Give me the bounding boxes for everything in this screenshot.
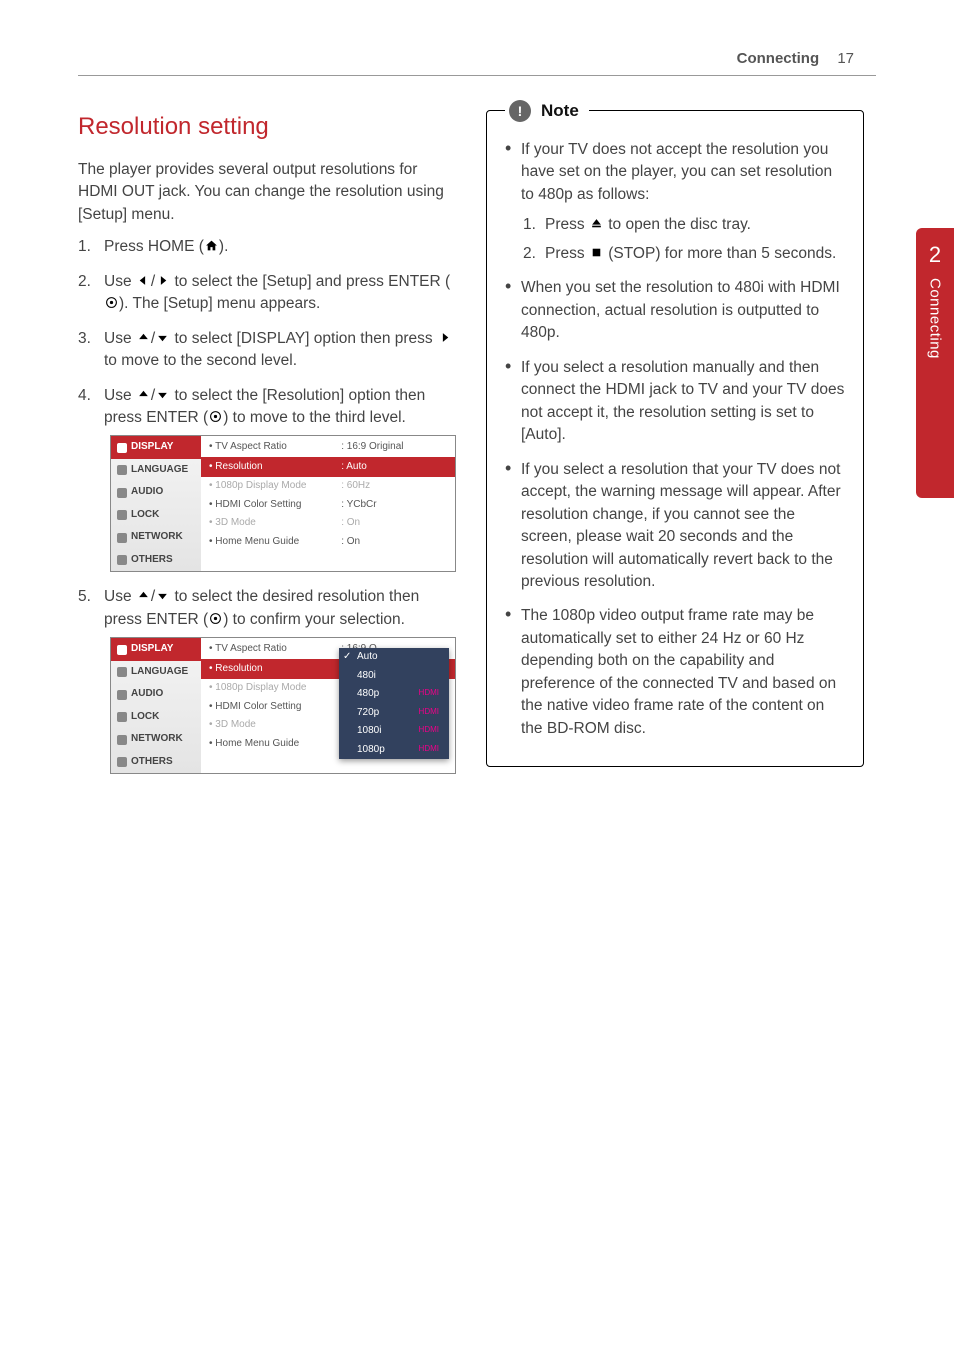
step-4: Use / to select the [Resolution] option …: [78, 385, 456, 573]
note-bullet: When you set the resolution to 480i with…: [503, 277, 847, 344]
step-2: Use / to select the [Setup] and press EN…: [78, 271, 456, 316]
menu-item-display: DISPLAY: [111, 436, 201, 459]
dropdown-option: 480pHDMI: [339, 685, 449, 704]
menu-item-lock: LOCK: [111, 706, 201, 729]
enter-icon: [208, 612, 223, 625]
page-header: Connecting 17: [737, 50, 854, 67]
step-1: Press HOME ().: [78, 236, 456, 258]
step-3: Use / to select [DISPLAY] option then pr…: [78, 328, 456, 373]
chapter-label: Connecting: [927, 278, 944, 359]
intro-text: The player provides several output resol…: [78, 159, 456, 226]
up-arrow-icon: [136, 388, 151, 401]
note-bullet: If you select a resolution manually and …: [503, 357, 847, 447]
header-page-number: 17: [837, 50, 854, 67]
header-rule: [78, 75, 876, 76]
setup-menu-screenshot-2: DISPLAY LANGUAGE AUDIO LOCK NETWORK OTHE…: [110, 637, 456, 774]
menu-item-network: NETWORK: [111, 728, 201, 751]
menu-item-others: OTHERS: [111, 751, 201, 774]
down-arrow-icon: [155, 388, 170, 401]
right-column: ! Note If your TV does not accept the re…: [486, 100, 864, 788]
dropdown-option: Auto: [339, 648, 449, 667]
down-arrow-icon: [155, 589, 170, 602]
note-inner-steps: Press to open the disc tray. Press (STOP…: [521, 214, 847, 265]
menu-row: 1080p Display Mode: 60Hz: [201, 477, 455, 496]
dropdown-option: 480i: [339, 667, 449, 686]
menu-item-audio: AUDIO: [111, 481, 201, 504]
header-section: Connecting: [737, 50, 820, 67]
down-arrow-icon: [155, 331, 170, 344]
section-heading: Resolution setting: [78, 110, 456, 145]
note-inner-step: Press (STOP) for more than 5 seconds.: [521, 243, 847, 265]
menu-categories: DISPLAY LANGUAGE AUDIO LOCK NETWORK OTHE…: [111, 436, 201, 571]
resolution-dropdown: Auto 480i 480pHDMI 720pHDMI 1080iHDMI 10…: [339, 648, 449, 759]
menu-row: HDMI Color Setting: YCbCr: [201, 496, 455, 515]
up-arrow-icon: [136, 589, 151, 602]
menu-item-display: DISPLAY: [111, 638, 201, 661]
note-inner-step: Press to open the disc tray.: [521, 214, 847, 236]
menu-item-language: LANGUAGE: [111, 459, 201, 482]
menu-row-highlighted: Resolution: Auto: [201, 457, 455, 478]
note-bullet: If you select a resolution that your TV …: [503, 459, 847, 594]
enter-icon: [104, 296, 119, 309]
steps-list: Press HOME (). Use / to select the [Setu…: [78, 236, 456, 774]
right-arrow-icon: [155, 274, 170, 287]
left-arrow-icon: [136, 274, 151, 287]
left-column: Resolution setting The player provides s…: [78, 100, 456, 788]
note-title: Note: [541, 99, 579, 124]
menu-row: 3D Mode: On: [201, 514, 455, 533]
menu-row: Home Menu Guide: On: [201, 533, 455, 552]
step-5: Use / to select the desired resolution t…: [78, 586, 456, 774]
right-arrow-icon: [437, 331, 452, 344]
menu-row: TV Aspect Ratio: 16:9 Original: [201, 438, 455, 457]
stop-icon: [589, 246, 604, 259]
chapter-number: 2: [929, 242, 941, 268]
eject-icon: [589, 217, 604, 230]
menu-options: TV Aspect Ratio: 16:9 Original Resolutio…: [201, 436, 455, 571]
menu-options: TV Aspect Ratio: 16:9 O Resolution: Auto…: [201, 638, 455, 773]
note-badge-icon: !: [509, 100, 531, 122]
dropdown-option: 1080pHDMI: [339, 741, 449, 760]
menu-item-language: LANGUAGE: [111, 661, 201, 684]
home-icon: [204, 239, 219, 252]
setup-menu-screenshot-1: DISPLAY LANGUAGE AUDIO LOCK NETWORK OTHE…: [110, 435, 456, 572]
menu-categories: DISPLAY LANGUAGE AUDIO LOCK NETWORK OTHE…: [111, 638, 201, 773]
enter-icon: [208, 410, 223, 423]
content-columns: Resolution setting The player provides s…: [78, 100, 864, 788]
note-header: ! Note: [505, 99, 589, 124]
note-bullet: The 1080p video output frame rate may be…: [503, 605, 847, 740]
note-box: ! Note If your TV does not accept the re…: [486, 110, 864, 767]
menu-item-network: NETWORK: [111, 526, 201, 549]
menu-item-audio: AUDIO: [111, 683, 201, 706]
dropdown-option: 720pHDMI: [339, 704, 449, 723]
note-bullet-list: If your TV does not accept the resolutio…: [503, 139, 847, 740]
note-bullet: If your TV does not accept the resolutio…: [503, 139, 847, 265]
menu-item-others: OTHERS: [111, 549, 201, 572]
up-arrow-icon: [136, 331, 151, 344]
menu-item-lock: LOCK: [111, 504, 201, 527]
chapter-tab: 2 Connecting: [916, 228, 954, 498]
dropdown-option: 1080iHDMI: [339, 722, 449, 741]
